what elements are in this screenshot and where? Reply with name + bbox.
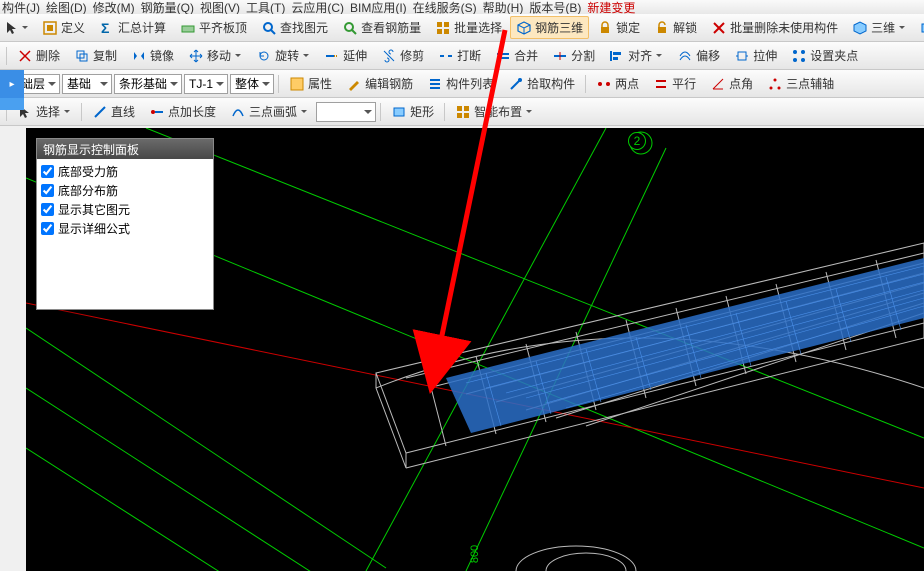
align-button[interactable]: 对齐	[603, 44, 669, 67]
view-rebar-button[interactable]: 查看钢筋量	[336, 16, 427, 39]
copy-button[interactable]: 复制	[68, 44, 123, 67]
trim-button[interactable]: 修剪	[375, 44, 430, 67]
scope-combo[interactable]: 整体	[230, 74, 274, 94]
checkbox-show-others[interactable]: 显示其它图元	[41, 200, 209, 219]
category-combo[interactable]: 基础	[62, 74, 112, 94]
toolbar-row-1: 定义 Σ汇总计算 平齐板顶 查找图元 查看钢筋量 批量选择 钢筋三维 锁定 解锁…	[0, 14, 924, 42]
delete-button[interactable]: 删除	[11, 44, 66, 67]
move-button[interactable]: 移动	[182, 44, 248, 67]
edit-rebar-button[interactable]: 编辑钢筋	[340, 72, 419, 95]
component-list-button[interactable]: 构件列表	[421, 72, 500, 95]
set-grip-button[interactable]: 设置夹点	[785, 44, 864, 67]
menu-item[interactable]: 构件(J)	[2, 0, 40, 14]
axis-bubble-2: 2	[628, 132, 646, 150]
menu-item[interactable]: 视图(V)	[200, 0, 240, 14]
pick-component-button[interactable]: 拾取构件	[502, 72, 581, 95]
dropdown-icon[interactable]	[22, 20, 28, 36]
panel-body: 底部受力筋 底部分布筋 显示其它图元 显示详细公式	[37, 159, 213, 241]
toolbar-row-3: 基础层 基础 条形基础 TJ-1 整体 属性 编辑钢筋 构件列表 拾取构件 两点…	[0, 70, 924, 98]
batch-select-button[interactable]: 批量选择	[429, 16, 508, 39]
panel-title: 钢筋显示控制面板	[37, 139, 213, 159]
type-combo[interactable]: 条形基础	[114, 74, 182, 94]
define-button[interactable]: 定义	[36, 16, 91, 39]
line-button[interactable]: 直线	[86, 100, 141, 123]
find-element-button[interactable]: 查找图元	[255, 16, 334, 39]
stretch-button[interactable]: 拉伸	[728, 44, 783, 67]
menu-bar: 构件(J) 绘图(D) 修改(M) 钢筋量(Q) 视图(V) 工具(T) 云应用…	[0, 0, 924, 14]
break-button[interactable]: 打断	[432, 44, 487, 67]
split-button[interactable]: 分割	[546, 44, 601, 67]
three-point-arc-button[interactable]: 三点画弧	[224, 100, 314, 123]
toolbar-row-2: 删除 复制 镜像 移动 旋转 延伸 修剪 打断 合并 分割 对齐 偏移 拉伸 设…	[0, 42, 924, 70]
rebar-display-panel[interactable]: 钢筋显示控制面板 底部受力筋 底部分布筋 显示其它图元 显示详细公式	[36, 138, 214, 310]
rect-button[interactable]: 矩形	[385, 100, 440, 123]
menu-item[interactable]: BIM应用(I)	[350, 0, 407, 14]
menu-item[interactable]: 在线服务(S)	[413, 0, 477, 14]
point-extend-button[interactable]: 点加长度	[143, 100, 222, 123]
checkbox-bottom-dist[interactable]: 底部分布筋	[41, 181, 209, 200]
bird-view-button[interactable]: 俯视	[914, 16, 924, 39]
merge-button[interactable]: 合并	[489, 44, 544, 67]
cursor-icon	[4, 20, 20, 36]
menu-item[interactable]: 新建变更	[587, 0, 635, 14]
menu-item[interactable]: 绘图(D)	[46, 0, 87, 14]
extend-button[interactable]: 延伸	[318, 44, 373, 67]
menu-item[interactable]: 版本号(B)	[529, 0, 581, 14]
two-point-button[interactable]: 两点	[590, 72, 645, 95]
svg-text:Σ: Σ	[101, 20, 109, 36]
point-angle-button[interactable]: 点角	[704, 72, 759, 95]
arc-combo[interactable]	[316, 102, 376, 122]
left-dock-tab-2[interactable]	[0, 98, 24, 110]
batch-delete-button[interactable]: 批量删除未使用构件	[705, 16, 844, 39]
3d-view-button[interactable]: 三维	[846, 16, 912, 39]
menu-item[interactable]: 云应用(C)	[291, 0, 344, 14]
unlock-button[interactable]: 解锁	[648, 16, 703, 39]
sum-button[interactable]: Σ汇总计算	[93, 16, 172, 39]
menu-item[interactable]: 工具(T)	[246, 0, 285, 14]
dimension-text: 800	[469, 545, 481, 563]
rotate-button[interactable]: 旋转	[250, 44, 316, 67]
three-point-axis-button[interactable]: 三点辅轴	[761, 72, 840, 95]
rebar-3d-button[interactable]: 钢筋三维	[510, 16, 589, 39]
left-dock-tab[interactable]: ▸	[0, 70, 24, 98]
checkbox-show-formula[interactable]: 显示详细公式	[41, 219, 209, 238]
menu-item[interactable]: 帮助(H)	[483, 0, 524, 14]
checkbox-bottom-main[interactable]: 底部受力筋	[41, 162, 209, 181]
level-top-button[interactable]: 平齐板顶	[174, 16, 253, 39]
component-combo[interactable]: TJ-1	[184, 74, 228, 94]
props-button[interactable]: 属性	[283, 72, 338, 95]
toolbar-row-4: 选择 直线 点加长度 三点画弧 矩形 智能布置	[0, 98, 924, 126]
smart-layout-button[interactable]: 智能布置	[449, 100, 539, 123]
offset-button[interactable]: 偏移	[671, 44, 726, 67]
lock-button[interactable]: 锁定	[591, 16, 646, 39]
parallel-button[interactable]: 平行	[647, 72, 702, 95]
mirror-button[interactable]: 镜像	[125, 44, 180, 67]
menu-item[interactable]: 修改(M)	[93, 0, 135, 14]
menu-item[interactable]: 钢筋量(Q)	[141, 0, 194, 14]
